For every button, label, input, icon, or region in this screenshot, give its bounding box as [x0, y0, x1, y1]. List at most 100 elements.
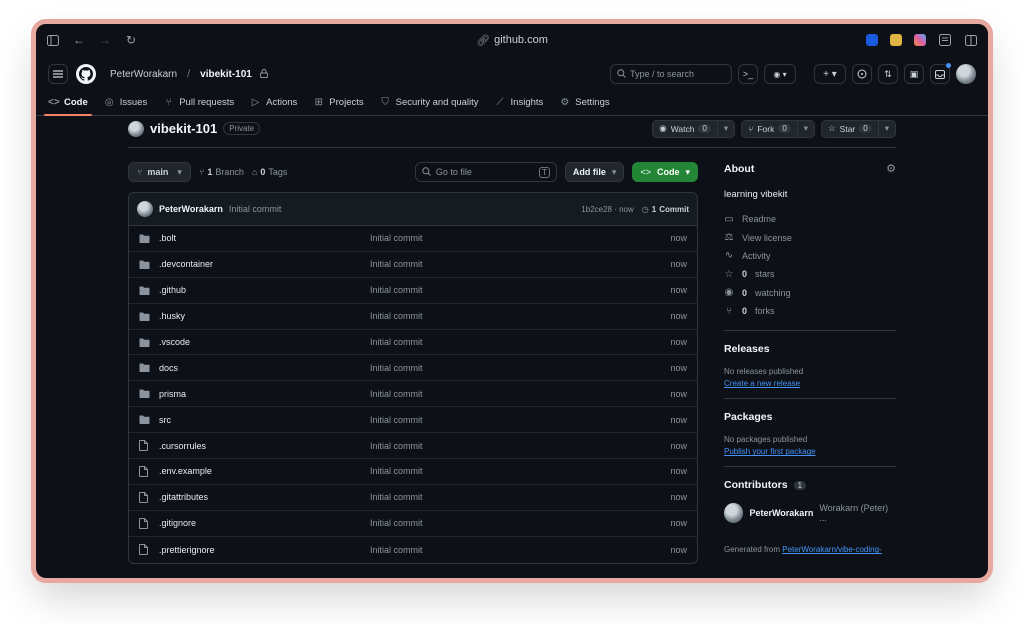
- file-name[interactable]: prisma: [159, 389, 370, 399]
- tab-projects[interactable]: ⊞ Projects: [313, 97, 364, 115]
- commit-history-link[interactable]: ◷ 1 Commit: [642, 205, 689, 214]
- chevron-down-icon[interactable]: ▾: [877, 120, 895, 137]
- password-extension-icon[interactable]: [866, 34, 878, 46]
- file-name[interactable]: .devcontainer: [159, 259, 370, 269]
- tab-pull-requests[interactable]: ⑂ Pull requests: [163, 97, 234, 115]
- reader-icon[interactable]: [938, 33, 952, 47]
- address-bar[interactable]: 🔗︎ github.com: [36, 24, 988, 56]
- chevron-down-icon[interactable]: ▾: [716, 120, 734, 137]
- chevron-down-icon[interactable]: ▾: [796, 120, 814, 137]
- issues-icon[interactable]: [852, 64, 872, 84]
- file-row[interactable]: .husky Initial commit now: [129, 304, 697, 330]
- file-name[interactable]: .prettierignore: [159, 545, 370, 555]
- file-commit-message[interactable]: Initial commit: [370, 311, 670, 321]
- add-file-button[interactable]: Add file ▾: [564, 162, 625, 182]
- tab-security[interactable]: ⛉ Security and quality: [380, 97, 478, 115]
- file-name[interactable]: .cursorrules: [159, 441, 370, 451]
- file-commit-message[interactable]: Initial commit: [370, 363, 670, 373]
- file-commit-message[interactable]: Initial commit: [370, 389, 670, 399]
- tab-insights[interactable]: ⟋ Insights: [495, 97, 544, 115]
- back-icon[interactable]: ←: [72, 33, 86, 47]
- go-to-file-input[interactable]: Go to file T: [414, 162, 557, 182]
- fork-button[interactable]: ⑂ Fork 0 ▾: [741, 119, 816, 138]
- commit-author-avatar[interactable]: [137, 201, 153, 217]
- code-button[interactable]: <> Code ▾: [632, 162, 698, 182]
- commit-message[interactable]: Initial commit: [229, 204, 282, 214]
- file-name[interactable]: .gitattributes: [159, 492, 370, 502]
- reload-icon[interactable]: ↻: [124, 33, 138, 47]
- branches-link[interactable]: ⑂ 1 Branch: [199, 167, 244, 177]
- menu-button[interactable]: [48, 64, 68, 84]
- file-commit-message[interactable]: Initial commit: [370, 441, 670, 451]
- file-name[interactable]: .github: [159, 285, 370, 295]
- file-commit-message[interactable]: Initial commit: [370, 518, 670, 528]
- file-row[interactable]: src Initial commit now: [129, 407, 697, 434]
- file-name[interactable]: src: [159, 415, 370, 425]
- star-button[interactable]: ☆ Star 0 ▾: [821, 119, 896, 138]
- file-commit-message[interactable]: Initial commit: [370, 415, 670, 425]
- commit-author[interactable]: PeterWorakarn: [159, 204, 223, 214]
- about-link[interactable]: ⑂ 0 forks: [724, 302, 896, 320]
- github-logo-icon[interactable]: [76, 64, 96, 84]
- url-text[interactable]: github.com: [494, 34, 548, 46]
- file-commit-message[interactable]: Initial commit: [370, 285, 670, 295]
- tab-actions[interactable]: ▷ Actions: [250, 97, 298, 115]
- file-commit-message[interactable]: Initial commit: [370, 233, 670, 243]
- file-row[interactable]: .gitignore Initial commit now: [129, 511, 697, 537]
- repo-name[interactable]: vibekit-101: [150, 121, 217, 136]
- color-extension-icon[interactable]: [914, 34, 926, 46]
- file-row[interactable]: .cursorrules Initial commit now: [129, 433, 697, 460]
- file-row[interactable]: .github Initial commit now: [129, 278, 697, 304]
- breadcrumb-repo[interactable]: vibekit-101: [200, 69, 252, 80]
- file-row[interactable]: .gitattributes Initial commit now: [129, 485, 697, 511]
- file-name[interactable]: .husky: [159, 311, 370, 321]
- file-name[interactable]: .bolt: [159, 233, 370, 243]
- tab-issues[interactable]: ◎ Issues: [104, 97, 147, 115]
- file-row[interactable]: docs Initial commit now: [129, 355, 697, 382]
- about-link[interactable]: ◉ 0 watching: [724, 284, 896, 302]
- global-search-input[interactable]: Type / to search: [610, 64, 732, 84]
- file-row[interactable]: .bolt Initial commit now: [129, 226, 697, 252]
- file-name[interactable]: .vscode: [159, 337, 370, 347]
- file-row[interactable]: .prettierignore Initial commit now: [129, 537, 697, 563]
- about-link[interactable]: ∿ Activity: [724, 247, 896, 265]
- about-link[interactable]: ☆ 0 stars: [724, 265, 896, 283]
- file-name[interactable]: .env.example: [159, 466, 370, 476]
- file-name[interactable]: .gitignore: [159, 518, 370, 528]
- packages-heading[interactable]: Packages: [724, 411, 896, 423]
- sidebar-toggle-icon[interactable]: [46, 33, 60, 47]
- file-commit-message[interactable]: Initial commit: [370, 545, 670, 555]
- file-commit-message[interactable]: Initial commit: [370, 337, 670, 347]
- repositories-icon[interactable]: ▣: [904, 64, 924, 84]
- file-commit-message[interactable]: Initial commit: [370, 259, 670, 269]
- forward-icon[interactable]: →: [98, 33, 112, 47]
- folder-extension-icon[interactable]: [890, 34, 902, 46]
- tab-settings[interactable]: ⚙ Settings: [559, 97, 609, 115]
- about-link[interactable]: ⚖ View license: [724, 228, 896, 246]
- contributor-item[interactable]: PeterWorakarn Worakarn (Peter) ...: [724, 503, 896, 524]
- split-view-icon[interactable]: [964, 33, 978, 47]
- file-row[interactable]: .vscode Initial commit now: [129, 330, 697, 356]
- releases-heading[interactable]: Releases: [724, 343, 896, 355]
- breadcrumb-owner[interactable]: PeterWorakarn: [110, 69, 177, 80]
- file-commit-message[interactable]: Initial commit: [370, 466, 670, 476]
- file-row[interactable]: prisma Initial commit now: [129, 381, 697, 408]
- user-avatar[interactable]: [956, 64, 976, 84]
- tab-code[interactable]: <> Code: [44, 97, 92, 116]
- about-link[interactable]: ▭ Readme: [724, 210, 896, 228]
- copilot-button[interactable]: ◉ ▾: [764, 64, 796, 84]
- create-new-button[interactable]: + ▾: [814, 64, 846, 84]
- branch-selector[interactable]: ⑂ main ▾: [128, 162, 191, 182]
- watch-button[interactable]: ◉ Watch 0 ▾: [652, 119, 736, 138]
- gear-icon[interactable]: ⚙: [886, 162, 896, 175]
- inbox-icon[interactable]: [930, 63, 951, 84]
- contributors-heading[interactable]: Contributors 1: [724, 479, 896, 491]
- template-link[interactable]: PeterWorakarn/vibe-coding-: [782, 545, 881, 554]
- commit-hash-time[interactable]: 1b2ce28 · now: [581, 205, 633, 214]
- file-row[interactable]: .devcontainer Initial commit now: [129, 252, 697, 278]
- file-name[interactable]: docs: [159, 363, 370, 373]
- file-row[interactable]: .env.example Initial commit now: [129, 459, 697, 485]
- create-release-link[interactable]: Create a new release: [724, 379, 896, 388]
- file-commit-message[interactable]: Initial commit: [370, 492, 670, 502]
- publish-package-link[interactable]: Publish your first package: [724, 447, 896, 456]
